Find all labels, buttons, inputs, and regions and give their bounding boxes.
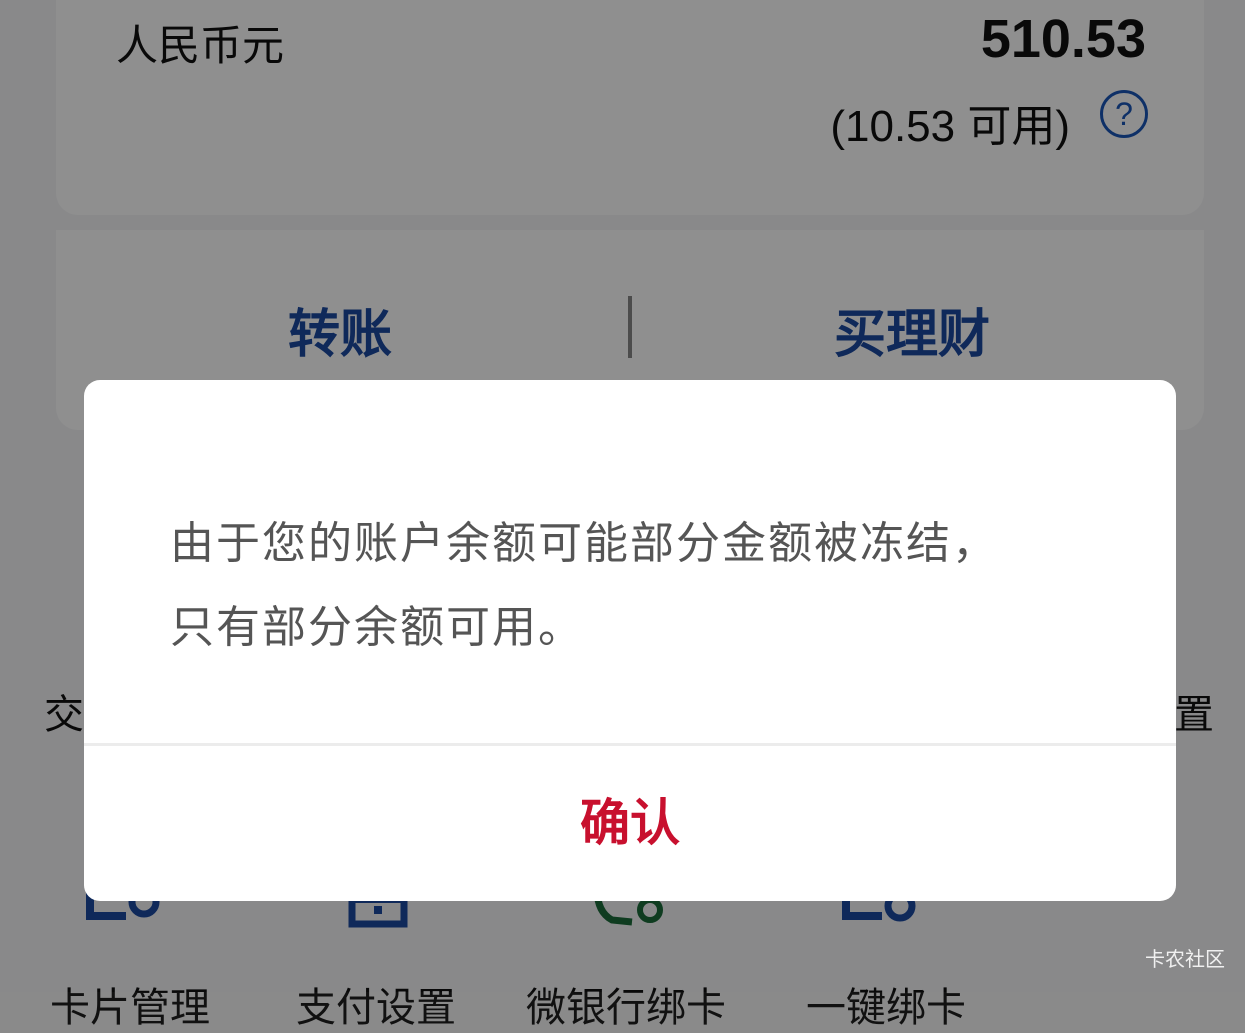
watermark: 卡农社区 [1145,947,1225,971]
frozen-balance-dialog: 由于您的账户余额可能部分金额被冻结， 只有部分余额可用。 确认 [84,380,1176,901]
confirm-button[interactable]: 确认 [84,746,1176,901]
dialog-message-line-2: 只有部分余额可用。 [170,602,584,653]
dialog-message-line-1: 由于您的账户余额可能部分金额被冻结， [170,518,998,569]
dialog-message: 由于您的账户余额可能部分金额被冻结， 只有部分余额可用。 [170,502,1090,670]
